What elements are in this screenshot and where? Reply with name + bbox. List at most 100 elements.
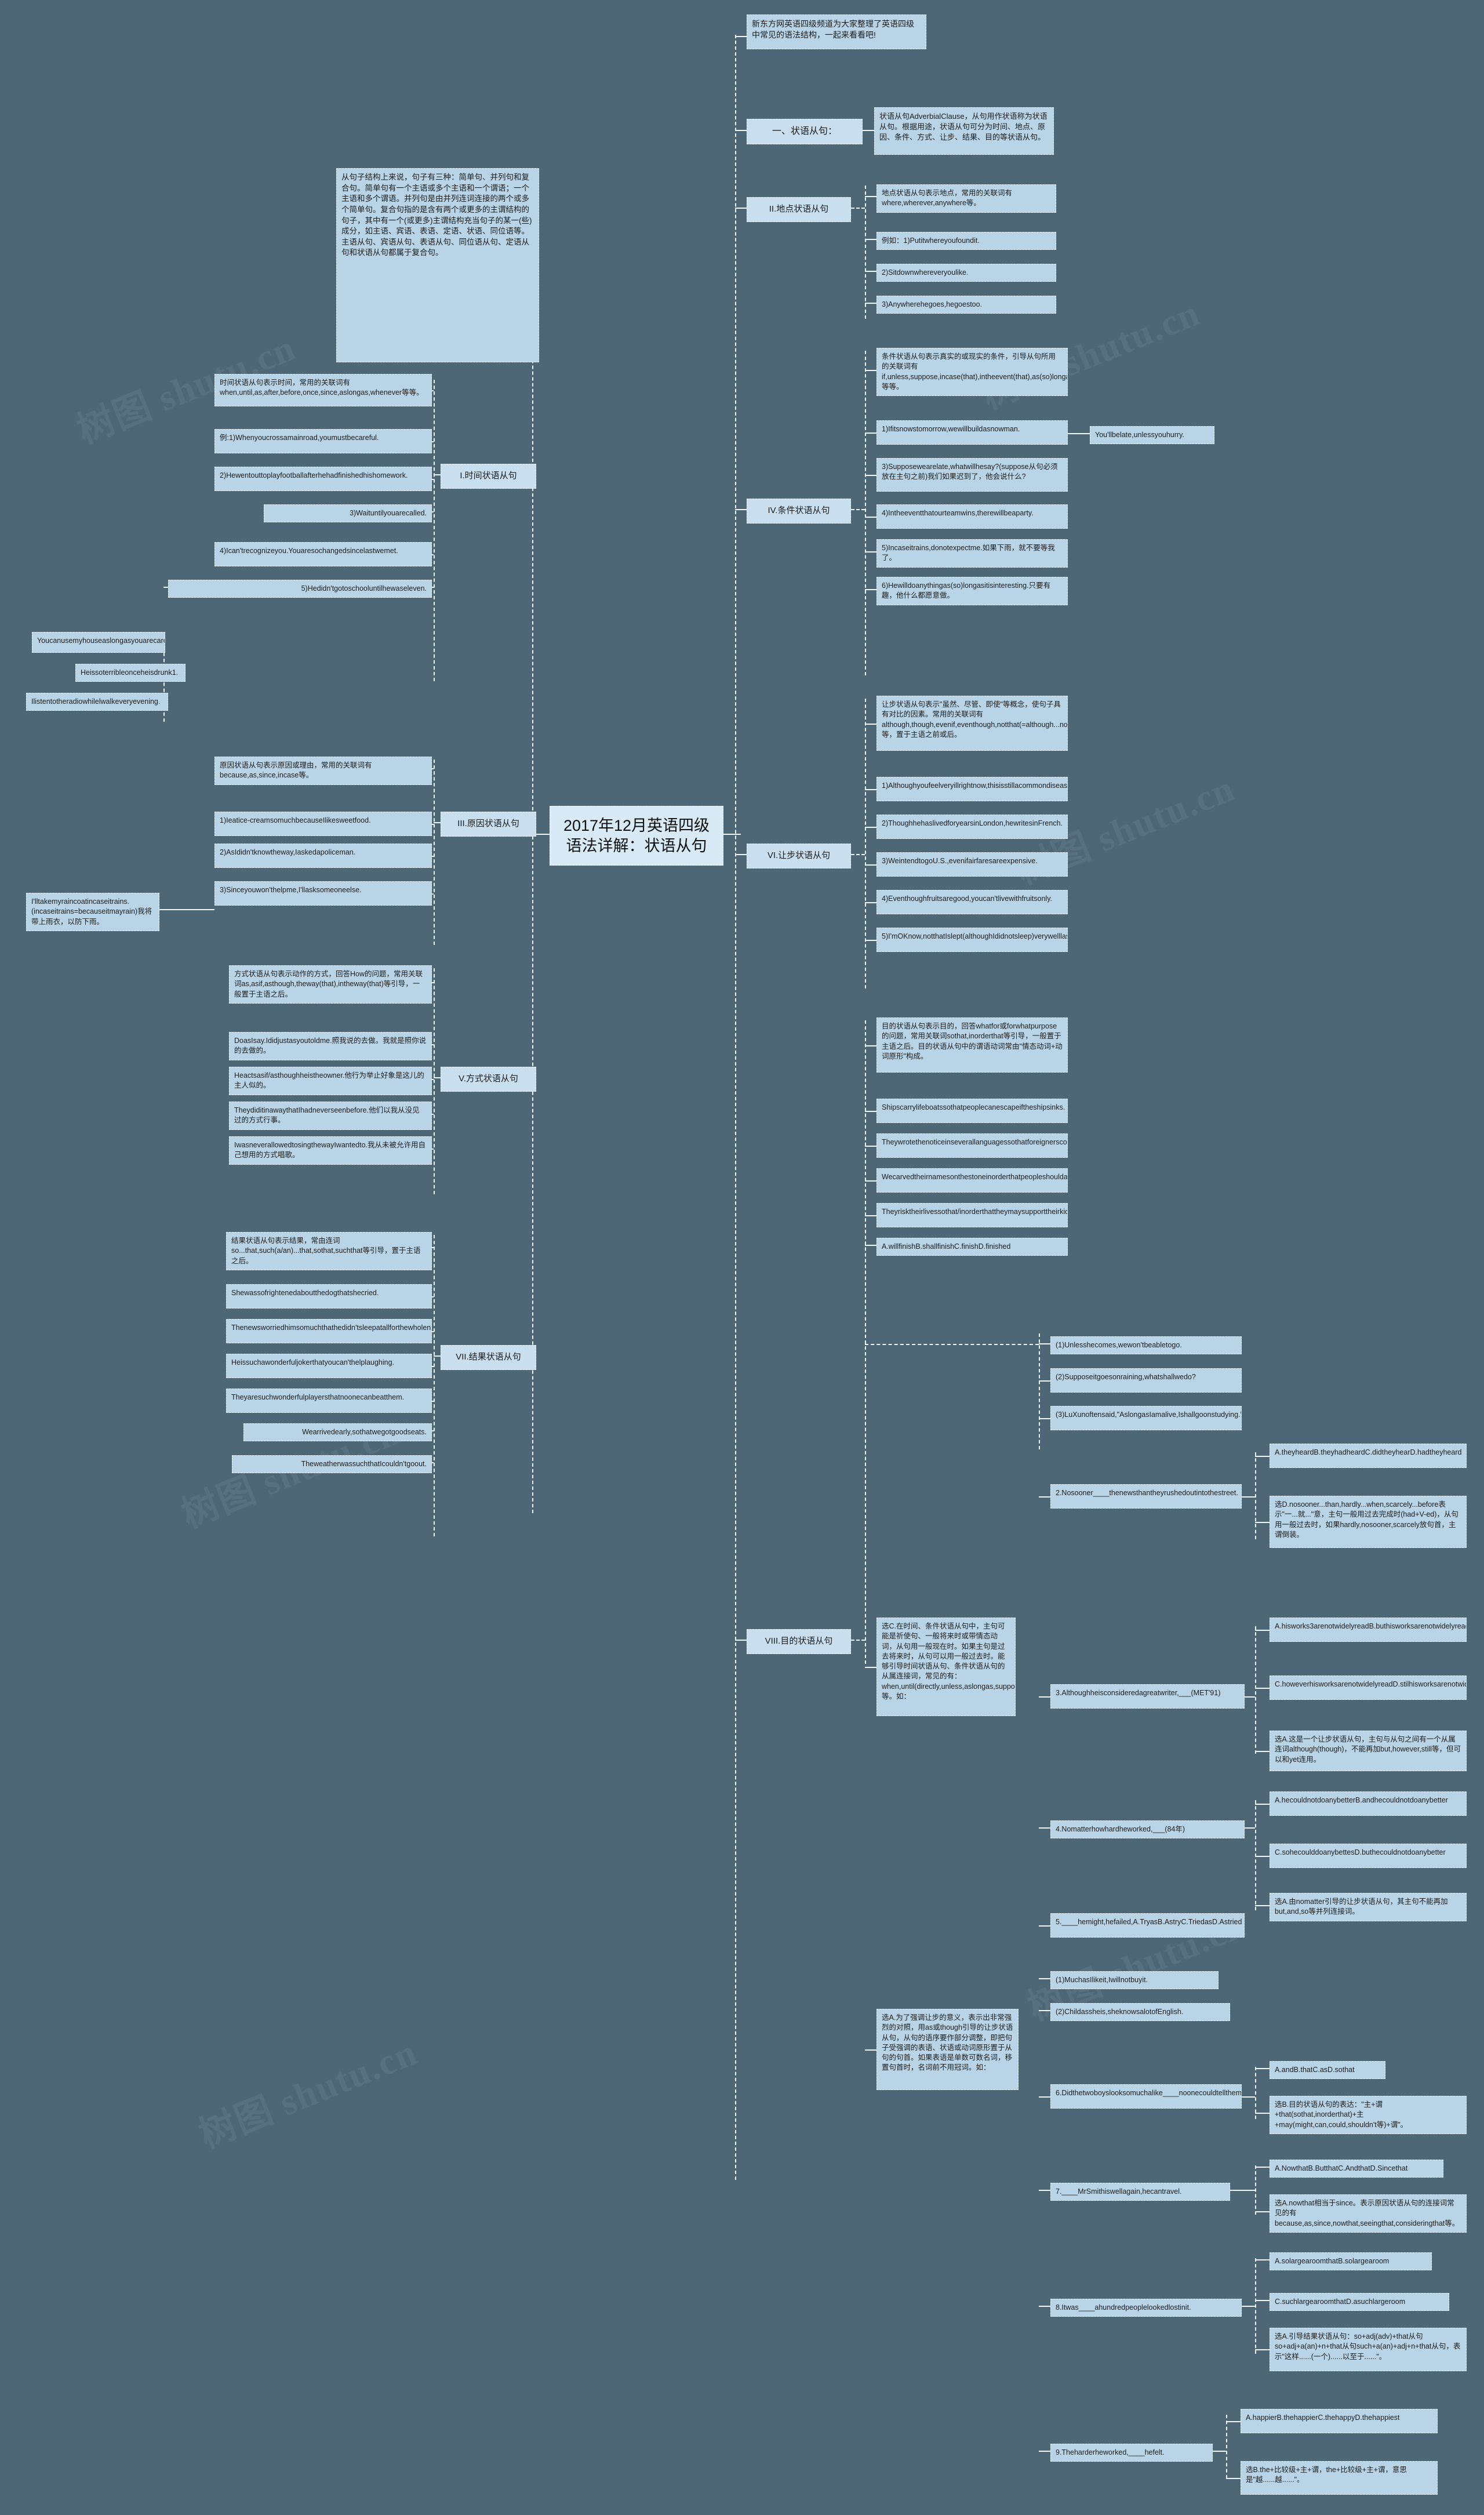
quiz-question-7[interactable]: 7.____MrSmithiswellagain,hecantravel. (1050, 2183, 1230, 2201)
branch-label-adverbial[interactable]: 一、状语从句： (747, 119, 863, 145)
left-time-item[interactable]: 4)Ican'trecognizeyou.Youaresochangedsinc… (214, 542, 432, 566)
branch-label-reason[interactable]: III.原因状语从句 (441, 812, 536, 837)
right-quiz-group1-item[interactable]: (2)Supposeitgoesonraining,whatshallwedo? (1050, 1368, 1242, 1393)
right-purpose-item[interactable]: Theyrisktheirlivessothat/inorderthatthey… (876, 1203, 1068, 1227)
branch-label-condition[interactable]: IV.条件状语从句 (747, 499, 851, 524)
quiz-9-explain[interactable]: 选B.the+比较级+主+谓，the+比较级+主+谓，意思是"越......越.… (1241, 2461, 1438, 2495)
intro-note[interactable]: 新东方网英语四级频道为大家整理了英语四级中常见的语法结构，一起来看看吧! (747, 14, 926, 49)
quiz-3-option-c[interactable]: C.howeverhisworksarenotwidelyreadD.stilh… (1270, 1676, 1467, 1700)
left-result-item[interactable]: Theyaresuchwonderfulplayersthatnoonecanb… (226, 1389, 432, 1413)
right-quiz-group1-item[interactable]: (3)LuXunoftensaid,"AslongasIamalive,Isha… (1050, 1406, 1242, 1430)
quiz-9-options[interactable]: A.happierB.thehappierC.thehappyD.thehapp… (1241, 2409, 1438, 2433)
left-manner-item[interactable]: IwasneverallowedtosingthewayIwantedto.我从… (229, 1136, 432, 1165)
root-title-node[interactable]: 2017年12月英语四级语法详解：状语从句 (550, 806, 723, 866)
left-time-item[interactable]: 2)Hewentouttoplayfootballafterhehadfinis… (214, 467, 432, 491)
quiz-question-4[interactable]: 4.Nomatterhowhardheworked,___(84年) (1050, 1820, 1245, 1839)
quiz-question-9[interactable]: 9.Theharderheworked,____hefelt. (1050, 2444, 1213, 2462)
explain-concession[interactable]: 选A.为了强调让步的意义，表示出非常强烈的对照，用as或though引导的让步状… (876, 2009, 1019, 2090)
right-purpose-item[interactable]: A.willfinishB.shallfinishC.finishD.finis… (876, 1238, 1068, 1256)
left-time-item[interactable]: 时间状语从句表示时间，常用的关联词有when,until,as,after,be… (214, 374, 432, 406)
left-manner-item[interactable]: Heactsasif/asthoughheistheowner.他行为举止好象是… (229, 1067, 432, 1095)
branch-label-result[interactable]: VII.结果状语从句 (441, 1345, 536, 1370)
left-reason-item[interactable]: 2)AsIdidn'tknowtheway,Iaskedapoliceman. (214, 844, 432, 868)
left-time-subitem[interactable]: Youcanusemyhouseaslongasyouarecareful. (32, 632, 165, 653)
right-purpose-item[interactable]: Shipscarrylifeboatssothatpeoplecanescape… (876, 1099, 1068, 1123)
right-condition-item[interactable]: 1)Ifitsnowstomorrow,wewillbuildasnowman. (876, 420, 1068, 445)
quiz-3-explain[interactable]: 选A.这是一个让步状语从句，主句与从句之间有一个从属连词although(tho… (1270, 1731, 1467, 1771)
quiz-8-explain[interactable]: 选A.引导结果状语从句：so+adj(adv)+that从句so+adj+a(a… (1270, 2328, 1467, 2371)
right-condition-item[interactable]: 5)Incaseitrains,donotexpectme.如果下雨，就不要等我… (876, 539, 1068, 568)
quiz-question-2[interactable]: 2.Nosooner____thenewsthantheyrushedoutin… (1050, 1484, 1242, 1509)
right-concession-item[interactable]: 3)WeintendtogoU.S.,evenifairfaresareexpe… (876, 852, 1068, 877)
quiz-6-options[interactable]: A.andB.thatC.asD.sothat (1270, 2061, 1385, 2080)
quiz-6-explain[interactable]: 选B.目的状语从句的表达："主+谓+that(sothat,inordertha… (1270, 2096, 1467, 2134)
left-result-item[interactable]: Thenewsworriedhimsomuchthathedidn'tsleep… (226, 1319, 432, 1343)
left-result-item[interactable]: Wearrivedearly,sothatwegotgoodseats. (243, 1423, 432, 1442)
connector-stub (1255, 2300, 1270, 2301)
quiz-8-option-a[interactable]: A.solargearoomthatB.solargearoom (1270, 2252, 1432, 2271)
right-concession-item[interactable]: 让步状语从句表示"虽然、尽管、即使"等概念，使句子具有对比的因素。常用的关联词有… (876, 696, 1068, 751)
left-result-item[interactable]: 结果状语从句表示结果，常由连词so...that,such(a/an)...th… (226, 1232, 432, 1270)
quiz-question-6[interactable]: 6.Didthetwoboyslooksomuchalike____noonec… (1050, 2084, 1242, 2109)
connector-stub (1255, 2349, 1270, 2350)
right-place-item[interactable]: 3)Anywherehegoes,hegoestoo. (876, 296, 1056, 314)
right-condition-item[interactable]: 4)Intheeventthatourteamwins,therewillbea… (876, 504, 1068, 529)
right-concession-item[interactable]: 5)I'mOKnow,notthatIslept(althoughIdidnot… (876, 928, 1068, 952)
quiz-7-options[interactable]: A.NowthatB.ButthatC.AndthatD.Sincethat (1270, 2160, 1443, 2178)
left-manner-item[interactable]: DoasIsay.Ididjustasyoutoldme.照我说的去做。我就是照… (229, 1032, 432, 1060)
left-time-item[interactable]: 5)Hedidn'tgotoschooluntilhewaseleven. (168, 580, 432, 598)
left-reason-item[interactable]: 3)Sinceyouwon'thelpme,I'llasksomeoneelse… (214, 881, 432, 906)
connector-stub (432, 1079, 434, 1080)
connector-stub (1039, 2096, 1050, 2098)
left-reason-item[interactable]: 1)Ieatice-creamsomuchbecauseIlikesweetfo… (214, 812, 432, 836)
left-manner-item[interactable]: TheydiditinawaythatIhadneverseenbefore.他… (229, 1102, 432, 1130)
left-time-item[interactable]: 3)Waituntilyouarecalled. (264, 504, 432, 523)
branch-label-concession[interactable]: VI.让步状语从句 (747, 844, 851, 868)
quiz-question-5[interactable]: 5.____hemight,hefailed,A.TryasB.AstryC.T… (1050, 1913, 1245, 1938)
quiz-question-8[interactable]: 8.Itwas____ahundredpeoplelookedlostinit. (1050, 2299, 1242, 2317)
right-concession-item[interactable]: 4)Eventhoughfruitsaregood,youcan'tlivewi… (876, 890, 1068, 914)
left-time-item[interactable]: 例:1)Whenyoucrossamainroad,youmustbecaref… (214, 429, 432, 453)
quiz-4-explain[interactable]: 选A.由nomatter引导的让步状语从句，其主句不能再加but,and,so等… (1270, 1893, 1467, 1921)
left-manner-item[interactable]: 方式状语从句表示动作的方式，回答How的问题，常用关联词as,asif,asth… (229, 965, 432, 1004)
branch-label-place[interactable]: II.地点状语从句 (747, 197, 851, 222)
adverbial-desc[interactable]: 状语从句AdverbialClause，从句用作状语称为状语从句。根据用途，状语… (874, 107, 1054, 155)
quiz-question-3[interactable]: 3.Althoughheisconsideredagreatwriter,___… (1050, 1684, 1245, 1709)
quiz-2-explain[interactable]: 选D.nosooner...than,hardly...when,scarcel… (1270, 1496, 1467, 1548)
right-concession-item[interactable]: 1)Althoughyoufeelveryillrightnow,thisiss… (876, 777, 1068, 801)
branch-label-time[interactable]: I.时间状语从句 (441, 464, 536, 489)
quiz-4-option-a[interactable]: A.hecouldnotdoanybetterB.andhecouldnotdo… (1270, 1791, 1467, 1816)
left-reason-item[interactable]: 原因状语从句表示原因或理由，常用的关联词有because,as,since,in… (214, 757, 432, 785)
connector-vertical (434, 1235, 435, 1536)
right-quiz-group2-item[interactable]: (2)Childassheis,sheknowsalotofEnglish. (1050, 2003, 1230, 2022)
right-purpose-item[interactable]: 目的状语从句表示目的，回答whatfor或forwhatpurpose的问题，常… (876, 1017, 1068, 1073)
left-structure-note[interactable]: 从句子结构上来说，句子有三种：简单句、并列句和复合句。简单句有一个主语或多个主语… (336, 168, 539, 362)
right-condition-item[interactable]: 6)Hewilldoanythingas(so)longasitisintere… (876, 577, 1068, 605)
quiz-8-option-c[interactable]: C.suchlargearoomthatD.asuchlargeroom (1270, 2293, 1449, 2312)
left-time-subitem[interactable]: Ilistentotheradiowhilelwalkeveryevening. (26, 693, 168, 711)
right-quiz-group1-item[interactable]: (1)Unlesshecomes,wewon'tbeabletogo. (1050, 1336, 1242, 1355)
quiz-2-options[interactable]: A.theyheardB.theyhadheardC.didtheyhearD.… (1270, 1444, 1467, 1468)
right-place-item[interactable]: 2)Sitdownwhereveryoulike. (876, 264, 1056, 282)
quiz-4-option-c[interactable]: C.sohecoulddoanybettesD.buthecouldnotdoa… (1270, 1844, 1467, 1868)
connector-stub (1226, 2421, 1241, 2422)
left-result-item[interactable]: TheweatherwassuchthatIcouldn'tgoout. (232, 1455, 432, 1474)
left-reason-subitem[interactable]: I'lltakemyraincoatincaseitrains.(incasei… (26, 893, 159, 931)
quiz-7-explain[interactable]: 选A.nowthat相当于since。表示原因状语从句的连接词常见的有becau… (1270, 2194, 1467, 2233)
right-place-item[interactable]: 例如：1)Putitwhereyoufoundit. (876, 232, 1056, 250)
right-purpose-item[interactable]: Wecarvedtheirnamesonthestoneinorderthatp… (876, 1168, 1068, 1193)
right-condition-item[interactable]: 条件状语从句表示真实的或现实的条件，引导从句所用的关联词有if,unless,s… (876, 348, 1068, 396)
right-quiz-group2-item[interactable]: (1)MuchasIlikeit,Iwillnotbuyit. (1050, 1971, 1219, 1990)
right-purpose-item[interactable]: Theywrotethenoticeinseverallanguagessoth… (876, 1133, 1068, 1158)
left-result-item[interactable]: Heissuchawonderfuljokerthatyoucan'thelpl… (226, 1354, 432, 1378)
right-condition-subitem[interactable]: You'llbelate,unlessyouhurry. (1090, 426, 1214, 445)
left-result-item[interactable]: Shewassofrightenedaboutthedogthatshecrie… (226, 1284, 432, 1309)
right-concession-item[interactable]: 2)ThoughhehaslivedforyearsinLondon,hewri… (876, 815, 1068, 839)
right-place-item[interactable]: 地点状语从句表示地点，常用的关联词有where,wherever,anywher… (876, 184, 1056, 213)
left-time-subitem[interactable]: Heissoterribleonceheisdrunk1. (75, 664, 186, 682)
quiz-3-option-a[interactable]: A.hisworks3arenotwidelyreadB.buthisworks… (1270, 1618, 1467, 1642)
branch-label-purpose[interactable]: VIII.目的状语从句 (747, 1629, 851, 1654)
branch-label-manner[interactable]: V.方式状语从句 (441, 1067, 536, 1092)
explain-time-condition[interactable]: 选C.在时间、条件状语从句中，主句可能是祈使句、一般将来时或带情态动词，从句用一… (876, 1618, 1016, 1716)
right-condition-item[interactable]: 3)Supposewearelate,whatwillhesay?(suppos… (876, 458, 1068, 492)
